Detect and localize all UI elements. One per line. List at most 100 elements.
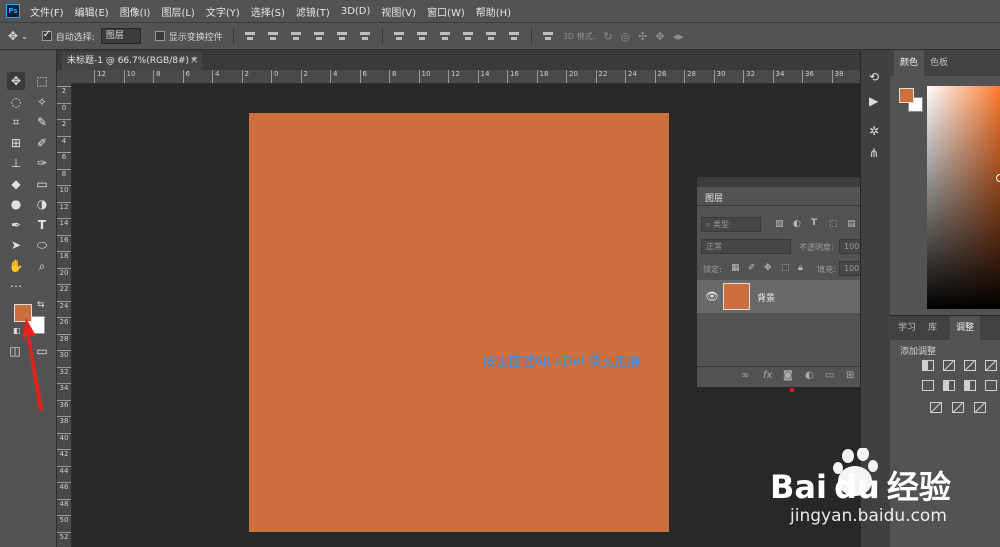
filter-type-icon[interactable]: T [811, 218, 817, 228]
blur-tool-icon[interactable]: ● [7, 195, 25, 213]
move-tool-icon[interactable]: ✥ [7, 72, 25, 90]
lasso-tool-icon[interactable]: ◌ [7, 93, 25, 111]
type-tool-icon[interactable]: T [33, 216, 51, 234]
filter-shape-icon[interactable]: ⬚ [829, 219, 838, 229]
mask-icon[interactable]: ◙ [783, 370, 793, 381]
layer-row[interactable]: 👁︎ 背景 🔒︎ [697, 280, 887, 313]
document-tab[interactable]: 未标题-1 @ 66.7%(RGB/8#) * × [62, 52, 202, 70]
distribute-right-icon[interactable] [507, 30, 521, 42]
invert-icon[interactable] [930, 402, 942, 413]
color-picker-marker[interactable] [996, 174, 1000, 182]
menu-filter[interactable]: 滤镜(T) [296, 4, 330, 19]
distribute-top-icon[interactable] [392, 30, 406, 42]
layer-name[interactable]: 背景 [757, 291, 775, 304]
color-picker-field[interactable] [927, 86, 1000, 309]
menu-view[interactable]: 视图(V) [381, 4, 416, 19]
brushes-icon[interactable]: ⋔ [869, 146, 879, 160]
lock-position-icon[interactable]: ✥ [764, 263, 772, 273]
filter-pixel-icon[interactable]: ▨ [775, 219, 784, 229]
crop-tool-icon[interactable]: ⌗ [7, 113, 25, 131]
tab-adjustments[interactable]: 调整 [950, 316, 981, 340]
menu-file[interactable]: 文件(F) [30, 4, 64, 19]
menu-3d[interactable]: 3D(D) [341, 6, 371, 17]
document-canvas[interactable] [249, 113, 669, 532]
distribute-bottom-icon[interactable] [438, 30, 452, 42]
pen-tool-icon[interactable]: ✒ [7, 216, 25, 234]
tab-libraries[interactable]: 库 [922, 316, 943, 340]
tab-learn[interactable]: 学习 [892, 316, 922, 340]
lock-all-icon[interactable]: 🔒︎ [798, 263, 803, 273]
tab-color[interactable]: 颜色 [894, 50, 925, 76]
hand-tool-icon[interactable]: ✋ [7, 257, 25, 275]
link-icon[interactable]: ∞ [741, 370, 749, 381]
menu-image[interactable]: 图像(I) [120, 4, 151, 19]
menu-edit[interactable]: 编辑(E) [75, 4, 109, 19]
color-foreground-swatch[interactable] [899, 88, 914, 103]
horizontal-ruler[interactable]: 12 10 8 6 4 2 0 2 4 6 8 10 12 14 16 18 20 22 24 26 28 30 32 34 3… [72, 70, 860, 84]
filter-adjustment-icon[interactable]: ◐ [793, 219, 801, 229]
black-white-icon[interactable] [985, 380, 997, 391]
hue-saturation-icon[interactable] [943, 380, 955, 391]
exposure-icon[interactable] [985, 360, 997, 371]
levels-icon[interactable] [943, 360, 955, 371]
vibrance-icon[interactable] [922, 380, 934, 391]
menu-help[interactable]: 帮助(H) [476, 4, 511, 19]
curves-icon[interactable] [964, 360, 976, 371]
magic-wand-icon[interactable]: ✧ [33, 93, 51, 111]
lock-artboard-icon[interactable]: ⬚ [781, 263, 790, 273]
tab-swatches[interactable]: 色板 [924, 50, 954, 76]
folder-icon[interactable]: ▭ [825, 370, 834, 381]
slide-3d-icon[interactable]: ✥ [655, 30, 664, 43]
align-right-icon[interactable] [358, 30, 372, 42]
vertical-ruler[interactable]: 2 0 2 4 6 8 10 12 14 16 18 20 22 24 26 28 30 32 34 36 38 40 42… [57, 84, 72, 547]
align-vcenter-icon[interactable] [266, 30, 280, 42]
auto-select-checkbox[interactable] [41, 29, 52, 41]
adjustment-icon[interactable]: ◐ [805, 370, 814, 381]
fx-icon[interactable]: fx [763, 370, 772, 381]
distribute-hcenter-icon[interactable] [484, 30, 498, 42]
move-tool-icon[interactable]: ✥ [8, 29, 18, 43]
chevron-down-icon[interactable]: ⌄ [21, 32, 28, 41]
threshold-icon[interactable] [974, 402, 986, 413]
distribute-left-icon[interactable] [461, 30, 475, 42]
eye-icon[interactable]: 👁︎ [705, 290, 719, 303]
align-bottom-icon[interactable] [289, 30, 303, 42]
distribute-vcenter-icon[interactable] [415, 30, 429, 42]
zoom-tool-icon[interactable]: ⌕ [33, 257, 51, 275]
dodge-tool-icon[interactable]: ◑ [33, 195, 51, 213]
menu-window[interactable]: 窗口(W) [427, 4, 465, 19]
pan-3d-icon[interactable]: ✣ [638, 30, 647, 43]
healing-brush-icon[interactable]: ⊞ [7, 134, 25, 152]
color-balance-icon[interactable] [964, 380, 976, 391]
clone-stamp-icon[interactable]: ⊥ [7, 154, 25, 172]
eraser-tool-icon[interactable]: ◆ [7, 175, 25, 193]
auto-select-dropdown[interactable]: 图层 [100, 28, 141, 44]
filter-smart-icon[interactable]: ▤ [847, 219, 856, 229]
ellipse-tool-icon[interactable]: ⬭ [33, 236, 51, 254]
actions-play-icon[interactable]: ▶ [869, 94, 878, 108]
lock-pixels-icon[interactable]: ✐ [748, 263, 756, 273]
brush-settings-icon[interactable]: ✲ [869, 124, 879, 138]
more-tools-icon[interactable]: ⋯ [7, 277, 25, 295]
path-selection-icon[interactable]: ➤ [7, 236, 25, 254]
align-top-icon[interactable] [243, 30, 257, 42]
default-colors-icon[interactable]: ◧ [13, 326, 21, 335]
show-transform-checkbox[interactable] [154, 31, 165, 41]
menu-type[interactable]: 文字(Y) [206, 4, 240, 19]
brightness-contrast-icon[interactable] [922, 360, 934, 371]
history-icon[interactable]: ⟲ [869, 70, 879, 84]
auto-align-icon[interactable] [541, 30, 555, 42]
orbit-3d-icon[interactable]: ↻ [603, 30, 612, 43]
posterize-icon[interactable] [952, 402, 964, 413]
lock-transparent-icon[interactable]: ▦ [731, 263, 740, 273]
close-icon[interactable]: × [190, 52, 198, 70]
brush-tool-icon[interactable]: ✐ [33, 134, 51, 152]
scale-3d-icon[interactable]: ◂▸ [673, 30, 684, 43]
roll-3d-icon[interactable]: ◎ [621, 30, 631, 43]
align-left-icon[interactable] [312, 30, 326, 42]
blend-mode-dropdown[interactable]: 正常 [701, 239, 791, 254]
marquee-tool-icon[interactable]: ⬚ [33, 72, 51, 90]
swap-colors-icon[interactable]: ⇆ [37, 300, 45, 310]
ruler-corner[interactable] [57, 70, 72, 84]
align-hcenter-icon[interactable] [335, 30, 349, 42]
